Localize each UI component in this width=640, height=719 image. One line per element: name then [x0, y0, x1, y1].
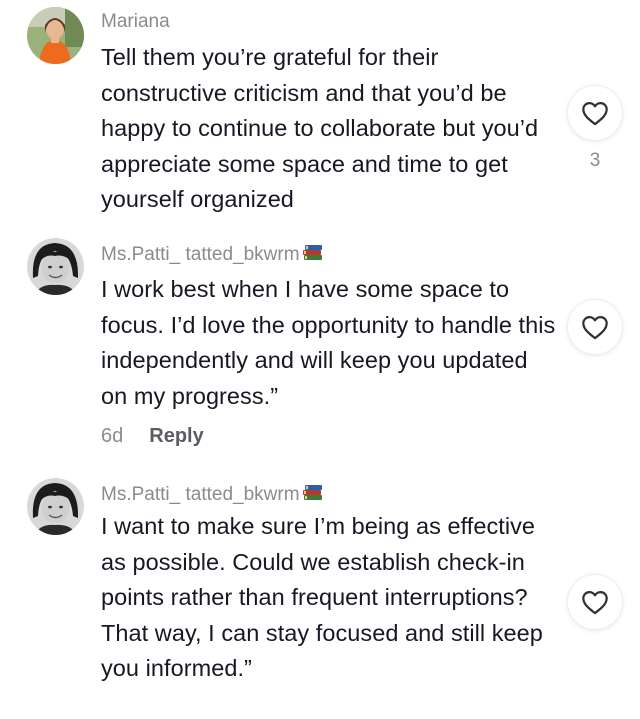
- comment-text: Tell them you’re grateful for their cons…: [101, 44, 539, 212]
- like-button[interactable]: [568, 575, 622, 629]
- books-emoji-icon: [302, 242, 324, 268]
- comment-item: Mariana Tell them you’re grateful for th…: [0, 0, 640, 220]
- avatar[interactable]: [27, 478, 84, 535]
- reply-button[interactable]: Reply: [149, 425, 203, 447]
- avatar[interactable]: [27, 238, 84, 295]
- avatar[interactable]: [27, 7, 84, 64]
- heart-outline-icon: [582, 101, 608, 126]
- comment-username[interactable]: Ms.Patti_ tatted_bkwrm: [101, 482, 324, 508]
- like-button[interactable]: [568, 300, 622, 354]
- heart-outline-icon: [582, 590, 608, 615]
- comment-item: Ms.Patti_ tatted_bkwrm I want to make su…: [0, 470, 640, 719]
- like-button[interactable]: [568, 86, 622, 140]
- comment-username[interactable]: Ms.Patti_ tatted_bkwrm: [101, 242, 324, 268]
- books-emoji-icon: [302, 482, 324, 508]
- comment-text: I want to make sure I’m being as effecti…: [101, 513, 543, 681]
- comment-item: Ms.Patti_ tatted_bkwrm I work best when …: [0, 230, 640, 460]
- comment-meta: 6d Reply: [101, 425, 204, 448]
- comment-time: 6d: [101, 425, 124, 447]
- like-count: 3: [589, 150, 601, 171]
- comment-text: I work best when I have some space to fo…: [101, 276, 556, 409]
- comment-username[interactable]: Mariana: [101, 11, 170, 33]
- heart-outline-icon: [582, 315, 608, 340]
